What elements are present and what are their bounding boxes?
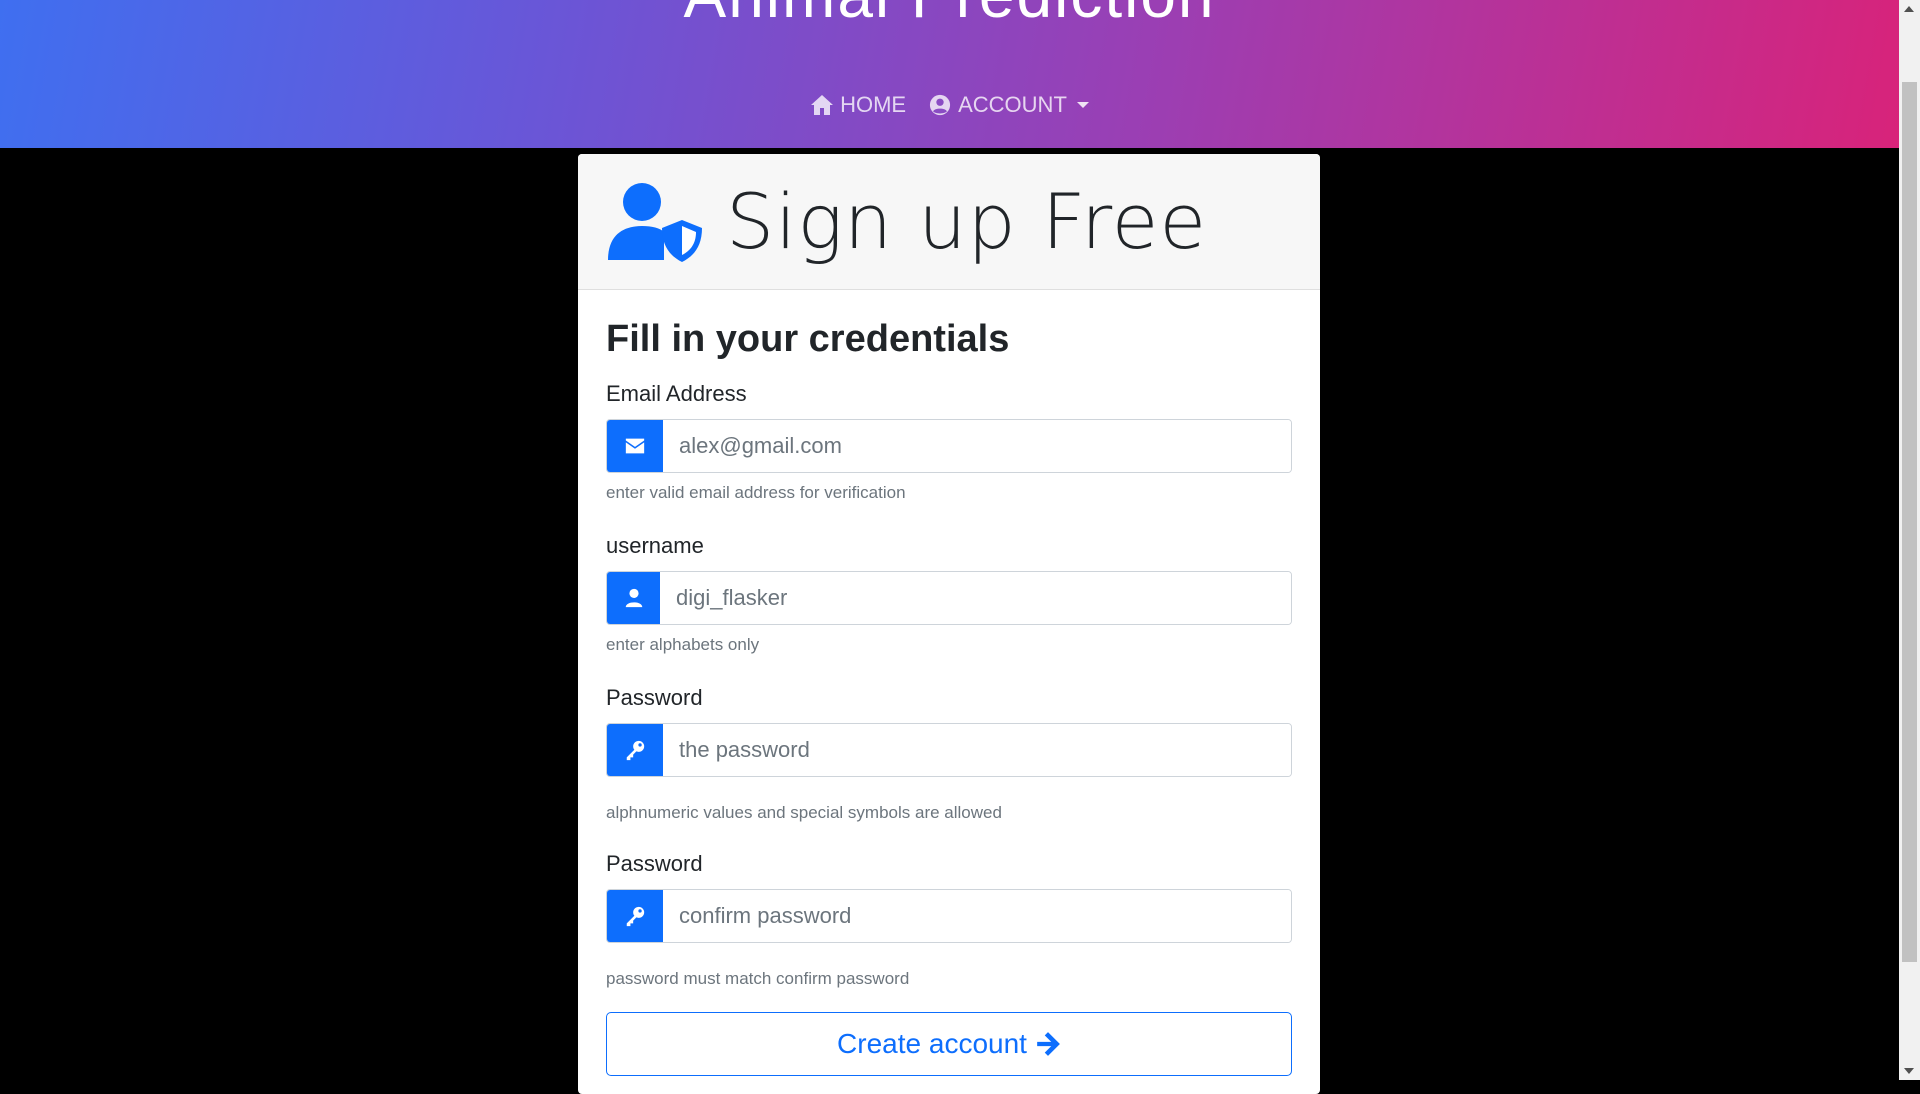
site-header: Animal Prediction HOME ACCOUNT xyxy=(0,0,1899,148)
password-label: Password xyxy=(606,685,703,710)
email-input[interactable] xyxy=(663,420,1291,472)
envelope-icon xyxy=(625,438,645,454)
confirm-password-input[interactable] xyxy=(663,890,1291,942)
card-header: Sign up Free xyxy=(578,154,1320,290)
home-icon xyxy=(811,95,834,115)
email-group: Email Address enter valid email address … xyxy=(606,381,1292,503)
scroll-up-arrow-icon[interactable] xyxy=(1904,6,1914,12)
signup-card: Sign up Free Fill in your credentials Em… xyxy=(578,154,1320,1094)
password-group: Password alphnumeric values and special … xyxy=(606,685,1292,823)
card-title: Sign up Free xyxy=(726,177,1208,266)
email-input-group xyxy=(606,419,1292,473)
username-input[interactable] xyxy=(660,572,1291,624)
password-addon xyxy=(607,724,663,776)
key-icon xyxy=(626,906,645,927)
nav-account-label: ACCOUNT xyxy=(958,92,1067,117)
email-addon xyxy=(607,420,663,472)
email-help: enter valid email address for verificati… xyxy=(606,483,906,502)
confirm-password-help: password must match confirm password xyxy=(606,969,910,988)
email-label: Email Address xyxy=(606,381,747,406)
scroll-down-arrow-icon[interactable] xyxy=(1904,1068,1914,1074)
brand-title[interactable]: Animal Prediction xyxy=(0,0,1899,30)
main-nav: HOME ACCOUNT xyxy=(0,92,1899,118)
user-icon xyxy=(625,588,642,608)
nav-home-label: HOME xyxy=(840,92,907,117)
username-label: username xyxy=(606,533,704,558)
create-account-button[interactable]: Create account xyxy=(606,1012,1292,1076)
user-shield-icon xyxy=(608,182,702,262)
password-input[interactable] xyxy=(663,724,1291,776)
chevron-down-icon xyxy=(1076,102,1089,108)
arrow-right-icon xyxy=(1037,1032,1060,1056)
username-group: username enter alphabets only xyxy=(606,533,1292,655)
nav-account-dropdown[interactable]: ACCOUNT xyxy=(928,92,1089,118)
vertical-scrollbar[interactable] xyxy=(1899,0,1920,1080)
section-title: Fill in your credentials xyxy=(606,318,1010,360)
confirm-password-label: Password xyxy=(606,851,703,876)
confirm-password-addon xyxy=(607,890,663,942)
user-circle-icon xyxy=(930,94,951,116)
create-account-label: Create account xyxy=(837,1028,1027,1059)
card-body: Fill in your credentials Email Address e… xyxy=(578,318,1320,989)
scroll-thumb[interactable] xyxy=(1902,82,1917,962)
username-addon xyxy=(607,572,660,624)
confirm-password-input-group xyxy=(606,889,1292,943)
username-input-group xyxy=(606,571,1292,625)
password-help: alphnumeric values and special symbols a… xyxy=(606,803,1002,822)
password-input-group xyxy=(606,723,1292,777)
nav-home[interactable]: HOME xyxy=(810,92,906,118)
confirm-password-group: Password password must match confirm pas… xyxy=(606,851,1292,989)
key-icon xyxy=(626,740,645,761)
username-help: enter alphabets only xyxy=(606,635,760,654)
